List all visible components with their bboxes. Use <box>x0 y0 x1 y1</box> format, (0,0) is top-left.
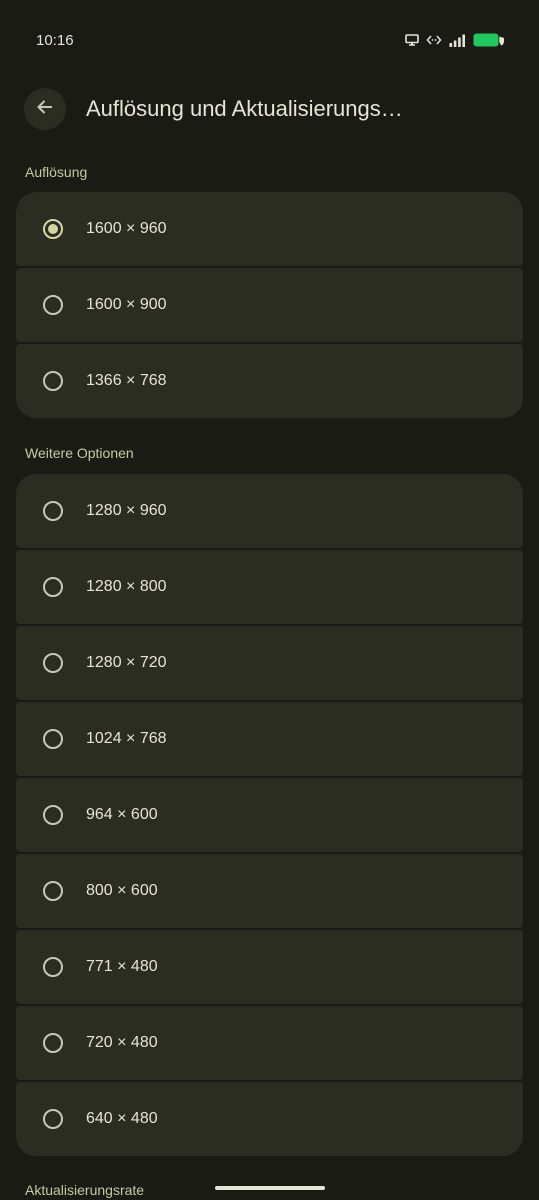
section-header-resolution: Auflösung <box>25 164 88 180</box>
option-label: 1280 × 800 <box>86 578 167 595</box>
signal-icon <box>449 34 466 47</box>
radio-button[interactable] <box>43 881 63 901</box>
option-label: 1600 × 960 <box>86 220 167 237</box>
radio-button[interactable] <box>43 295 63 315</box>
option-label: 1600 × 900 <box>86 296 167 313</box>
option-label: 720 × 480 <box>86 1034 158 1051</box>
radio-button[interactable] <box>43 577 63 597</box>
resolution-option[interactable]: 800 × 600 <box>16 854 523 928</box>
option-label: 964 × 600 <box>86 806 158 823</box>
section-header-refresh-rate: Aktualisierungsrate <box>25 1182 145 1198</box>
radio-button[interactable] <box>43 729 63 749</box>
resolution-option[interactable]: 771 × 480 <box>16 930 523 1004</box>
status-icons <box>405 33 505 47</box>
option-label: 1366 × 768 <box>86 372 167 389</box>
status-time: 10:16 <box>36 32 74 49</box>
radio-button-selected[interactable] <box>43 219 63 239</box>
home-indicator[interactable] <box>215 1186 325 1190</box>
resolution-option[interactable]: 1280 × 720 <box>16 626 523 700</box>
radio-button[interactable] <box>43 371 63 391</box>
code-brackets-icon <box>426 34 442 46</box>
resolution-option[interactable]: 1600 × 900 <box>16 268 523 342</box>
radio-button[interactable] <box>43 805 63 825</box>
option-label: 640 × 480 <box>86 1110 158 1127</box>
status-bar: 10:16 <box>0 0 539 80</box>
radio-button[interactable] <box>43 957 63 977</box>
option-label: 800 × 600 <box>86 882 158 899</box>
resolution-option[interactable]: 1024 × 768 <box>16 702 523 776</box>
option-label: 771 × 480 <box>86 958 158 975</box>
resolution-option[interactable]: 640 × 480 <box>16 1082 523 1156</box>
radio-button[interactable] <box>43 1109 63 1129</box>
back-button[interactable] <box>24 88 66 130</box>
resolution-option[interactable]: 1280 × 960 <box>16 474 523 548</box>
option-label: 1280 × 720 <box>86 654 167 671</box>
resolution-option[interactable]: 1600 × 960 <box>16 192 523 266</box>
radio-button[interactable] <box>43 1033 63 1053</box>
cast-screen-icon <box>405 34 419 46</box>
radio-button[interactable] <box>43 501 63 521</box>
resolution-option[interactable]: 1366 × 768 <box>16 344 523 418</box>
option-label: 1024 × 768 <box>86 730 167 747</box>
arrow-left-icon <box>35 97 55 122</box>
more-options-card: 1280 × 960 1280 × 800 1280 × 720 1024 × … <box>16 474 523 1156</box>
option-label: 1280 × 960 <box>86 502 167 519</box>
resolution-option[interactable]: 720 × 480 <box>16 1006 523 1080</box>
app-bar: Auflösung und Aktualisierungs… <box>0 80 539 140</box>
radio-button[interactable] <box>43 653 63 673</box>
resolution-card: 1600 × 960 1600 × 900 1366 × 768 <box>16 192 523 418</box>
section-header-more-options: Weitere Optionen <box>25 445 134 461</box>
resolution-option[interactable]: 1280 × 800 <box>16 550 523 624</box>
page-title: Auflösung und Aktualisierungs… <box>86 96 403 121</box>
resolution-option[interactable]: 964 × 600 <box>16 778 523 852</box>
battery-icon <box>473 33 505 47</box>
